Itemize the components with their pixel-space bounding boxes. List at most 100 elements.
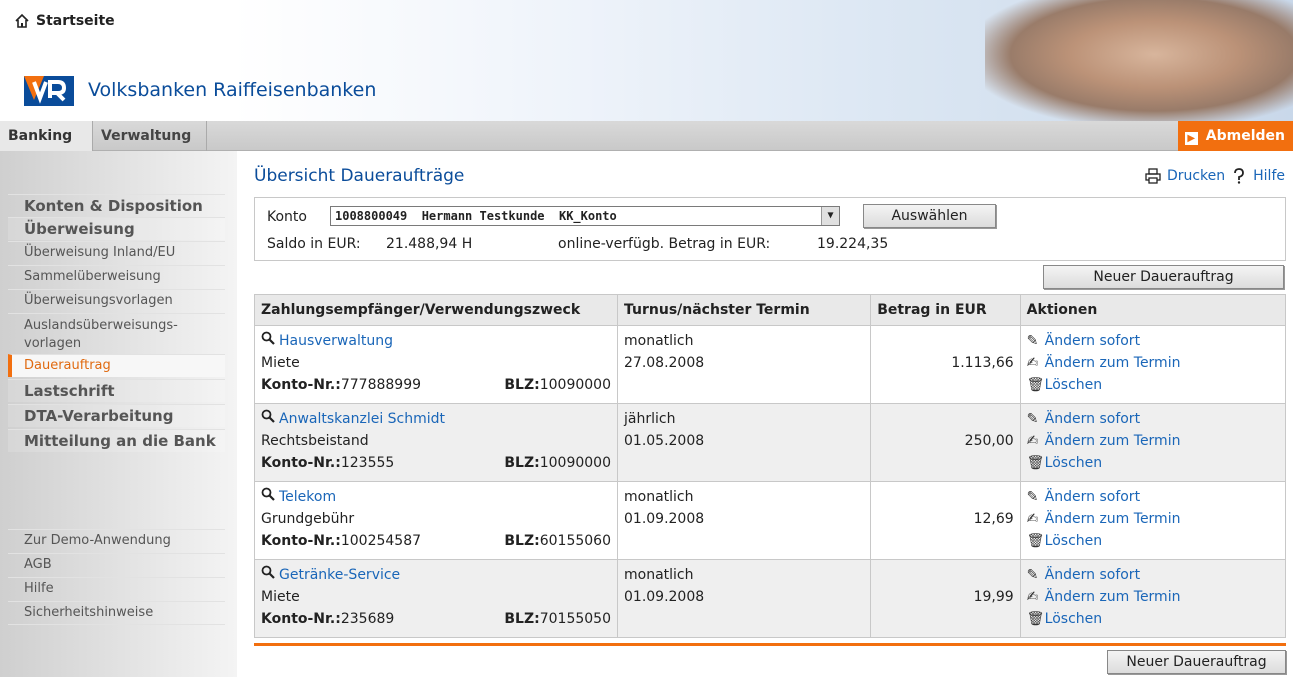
turnus-cell: monatlich 27.08.2008 <box>616 325 872 404</box>
purpose-text: Rechtsbeistand <box>261 433 369 449</box>
payee-cell: Anwaltskanzlei Schmidt Rechtsbeistand Kont… <box>254 403 618 482</box>
next-date-text: 01.09.2008 <box>624 511 705 527</box>
change-now-label[interactable]: Ändern sofort <box>1045 489 1140 505</box>
payee-link[interactable]: Getränke-Service <box>279 567 400 583</box>
sidebar-item-lastschrift[interactable]: Lastschrift <box>8 379 225 402</box>
saldo-label: Saldo in EUR: <box>267 236 361 252</box>
change-scheduled-label[interactable]: Ändern zum Termin <box>1045 433 1181 449</box>
change-scheduled-label[interactable]: Ändern zum Termin <box>1045 511 1181 527</box>
change-now-label[interactable]: Ändern sofort <box>1045 411 1140 427</box>
col-header-amount: Betrag in EUR <box>870 294 1021 326</box>
available-value: 19.224,35 <box>817 236 889 252</box>
app-window: Startseite Volksbanken Raiffeisenbanken … <box>0 0 1293 677</box>
home-link[interactable]: Startseite <box>14 13 115 29</box>
pencil-schedule-icon: ✍ <box>1026 589 1039 605</box>
home-label[interactable]: Startseite <box>36 13 115 29</box>
delete-link[interactable]: 🗑Löschen <box>1027 530 1279 552</box>
payee-link[interactable]: Hausverwaltung <box>279 333 393 349</box>
delete-link[interactable]: 🗑Löschen <box>1027 608 1279 630</box>
magnifier-icon[interactable] <box>261 564 279 586</box>
payee-cell: Getränke-Service Miete Konto-Nr.:235689 BLZ… <box>254 559 618 638</box>
delete-label[interactable]: Löschen <box>1045 533 1102 549</box>
select-account-button[interactable]: Auswählen <box>863 204 996 228</box>
pencil-icon: ✎ <box>1026 489 1039 505</box>
change-now-label[interactable]: Ändern sofort <box>1045 567 1140 583</box>
table-row: Hausverwaltung Miete Konto-Nr.:777888999 BL… <box>254 325 1287 404</box>
konto-nr-label: Konto-Nr.: <box>261 377 341 393</box>
turnus-text: jährlich <box>624 411 676 427</box>
change-now-link[interactable]: ✎ Ändern sofort <box>1027 408 1279 430</box>
logout-button[interactable]: ▶ Abmelden <box>1178 121 1293 151</box>
new-order-button-top[interactable]: Neuer Dauerauftrag <box>1043 265 1284 289</box>
next-date-text: 01.09.2008 <box>624 589 705 605</box>
change-scheduled-link[interactable]: ✍ Ändern zum Termin <box>1027 430 1279 452</box>
dropdown-arrow-icon[interactable]: ▼ <box>821 207 839 225</box>
tab-verwaltung[interactable]: Verwaltung <box>93 121 207 151</box>
delete-label[interactable]: Löschen <box>1045 611 1102 627</box>
change-scheduled-link[interactable]: ✍ Ändern zum Termin <box>1027 586 1279 608</box>
change-scheduled-link[interactable]: ✍ Ändern zum Termin <box>1027 352 1279 374</box>
account-select-value: 1008800049 Hermann Testkunde KK_Konto <box>335 209 617 223</box>
blz-value: 10090000 <box>539 377 611 393</box>
pencil-icon: ✎ <box>1026 333 1039 349</box>
sidebar-item-sammelueberweisung[interactable]: Sammelüberweisung <box>8 265 225 288</box>
table-header-row: Zahlungsempfänger/Verwendungszweck Turnu… <box>254 294 1287 326</box>
sidebar-item-ueberweisung-inland[interactable]: Überweisung Inland/EU <box>8 241 225 264</box>
turnus-cell: monatlich 01.09.2008 <box>616 559 872 638</box>
change-now-label[interactable]: Ändern sofort <box>1045 333 1140 349</box>
change-scheduled-label[interactable]: Ändern zum Termin <box>1045 589 1181 605</box>
magnifier-icon[interactable] <box>261 486 279 508</box>
sidebar-footer-hilfe[interactable]: Hilfe <box>8 577 225 600</box>
payee-link[interactable]: Anwaltskanzlei Schmidt <box>279 411 445 427</box>
blz-value: 60155060 <box>539 533 611 549</box>
brand-name: Volksbanken Raiffeisenbanken <box>88 79 377 101</box>
change-scheduled-label[interactable]: Ändern zum Termin <box>1045 355 1181 371</box>
printer-icon[interactable] <box>1145 168 1161 184</box>
logout-label[interactable]: Abmelden <box>1206 128 1285 144</box>
help-icon[interactable] <box>1231 168 1247 184</box>
delete-link[interactable]: 🗑Löschen <box>1027 452 1279 474</box>
change-now-link[interactable]: ✎ Ändern sofort <box>1027 564 1279 586</box>
pencil-schedule-icon: ✍ <box>1026 511 1039 527</box>
sidebar-footer-demo[interactable]: Zur Demo-Anwendung <box>8 529 225 552</box>
magnifier-icon[interactable] <box>261 408 279 430</box>
sidebar-item-dauerauftrag[interactable]: Dauerauftrag <box>8 354 225 377</box>
print-link[interactable]: Drucken <box>1167 168 1225 184</box>
turnus-text: monatlich <box>624 489 694 505</box>
tab-banking[interactable]: Banking <box>0 121 93 151</box>
change-now-link[interactable]: ✎ Ändern sofort <box>1027 330 1279 352</box>
sidebar-item-ueberweisungsvorlagen[interactable]: Überweisungsvorlagen <box>8 289 225 312</box>
konto-nr-value: 777888999 <box>340 377 422 393</box>
blz-value: 70155050 <box>539 611 611 627</box>
magnifier-icon[interactable] <box>261 330 279 352</box>
payee-cell: Hausverwaltung Miete Konto-Nr.:777888999 BL… <box>254 325 618 404</box>
help-link[interactable]: Hilfe <box>1253 168 1285 184</box>
sidebar-item-ueberweisung[interactable]: Überweisung <box>8 217 225 240</box>
change-scheduled-link[interactable]: ✍ Ändern zum Termin <box>1027 508 1279 530</box>
header-photo <box>985 0 1293 121</box>
konto-nr-label: Konto-Nr.: <box>261 455 341 471</box>
actions-cell: ✎ Ändern sofort ✍ Ändern zum Termin 🗑Löschen <box>1019 325 1287 404</box>
delete-label[interactable]: Löschen <box>1045 455 1102 471</box>
new-order-button-bottom[interactable]: Neuer Dauerauftrag <box>1107 650 1286 674</box>
logout-arrow-icon: ▶ <box>1184 132 1198 145</box>
delete-link[interactable]: 🗑Löschen <box>1027 374 1279 396</box>
sidebar-item-konten[interactable]: Konten & Disposition <box>8 194 225 217</box>
col-header-actions: Aktionen <box>1019 294 1287 326</box>
sidebar-item-mitteilung[interactable]: Mitteilung an die Bank <box>8 429 225 452</box>
sidebar-footer-sicherheit[interactable]: Sicherheitshinweise <box>8 601 225 625</box>
payee-link[interactable]: Telekom <box>279 489 336 505</box>
delete-label[interactable]: Löschen <box>1045 377 1102 393</box>
trash-icon: 🗑 <box>1026 377 1045 393</box>
amount-cell: 12,69 <box>870 481 1021 560</box>
blz-label: BLZ: <box>504 455 540 471</box>
sidebar-footer-agb[interactable]: AGB <box>8 553 225 576</box>
sidebar-item-dta[interactable]: DTA-Verarbeitung <box>8 404 225 427</box>
actions-cell: ✎ Ändern sofort ✍ Ändern zum Termin 🗑Löschen <box>1019 403 1287 482</box>
account-select[interactable]: 1008800049 Hermann Testkunde KK_Konto ▼ <box>330 206 840 226</box>
sidebar-item-auslandsvorlagen[interactable]: Auslandsüberweisungs-vorlagen <box>8 313 225 355</box>
amount-cell: 1.113,66 <box>870 325 1021 404</box>
blz-label: BLZ: <box>504 533 540 549</box>
change-now-link[interactable]: ✎ Ändern sofort <box>1027 486 1279 508</box>
next-date-text: 01.05.2008 <box>624 433 705 449</box>
